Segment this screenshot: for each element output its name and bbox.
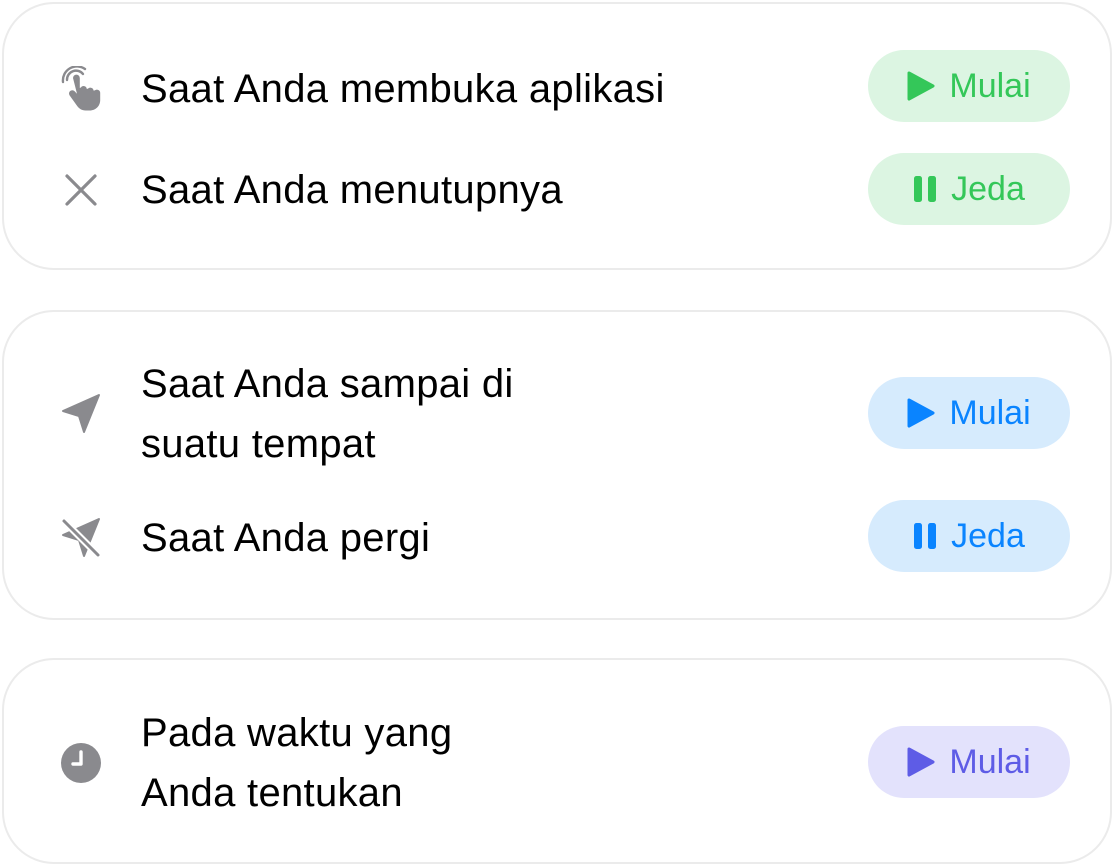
app-close-pause-label: Jeda xyxy=(951,169,1025,208)
pause-icon xyxy=(913,522,937,550)
location-arrive-label: Saat Anda sampai di suatu tempat xyxy=(141,362,514,466)
app-open-label: Saat Anda membuka aplikasi xyxy=(141,67,665,111)
play-icon xyxy=(907,398,935,428)
time-scheduled-start-label: Mulai xyxy=(949,742,1031,781)
play-icon xyxy=(907,71,935,101)
clock-icon xyxy=(58,740,104,786)
app-close-pause-button[interactable]: Jeda xyxy=(868,153,1070,225)
app-open-start-label: Mulai xyxy=(949,66,1031,105)
location-arrive-start-button[interactable]: Mulai xyxy=(868,377,1070,449)
location-leave-pause-label: Jeda xyxy=(951,516,1025,555)
time-scheduled-label: Pada waktu yang Anda tentukan xyxy=(141,711,453,815)
location-arrow-slash-icon xyxy=(58,515,104,561)
pause-icon xyxy=(913,175,937,203)
location-trigger-card: Saat Anda sampai di suatu tempat Mulai S… xyxy=(2,310,1112,620)
close-icon xyxy=(58,167,104,213)
app-close-label: Saat Anda menutupnya xyxy=(141,168,563,212)
app-open-start-button[interactable]: Mulai xyxy=(868,50,1070,122)
play-icon xyxy=(907,747,935,777)
location-leave-label: Saat Anda pergi xyxy=(141,516,431,560)
time-scheduled-start-button[interactable]: Mulai xyxy=(868,726,1070,798)
location-arrive-start-label: Mulai xyxy=(949,393,1031,432)
location-leave-pause-button[interactable]: Jeda xyxy=(868,500,1070,572)
location-arrow-icon xyxy=(58,391,104,437)
tap-hand-icon xyxy=(58,66,104,112)
app-trigger-card: Saat Anda membuka aplikasi Mulai Saat An… xyxy=(2,2,1112,270)
time-trigger-card: Pada waktu yang Anda tentukan Mulai xyxy=(2,658,1112,864)
